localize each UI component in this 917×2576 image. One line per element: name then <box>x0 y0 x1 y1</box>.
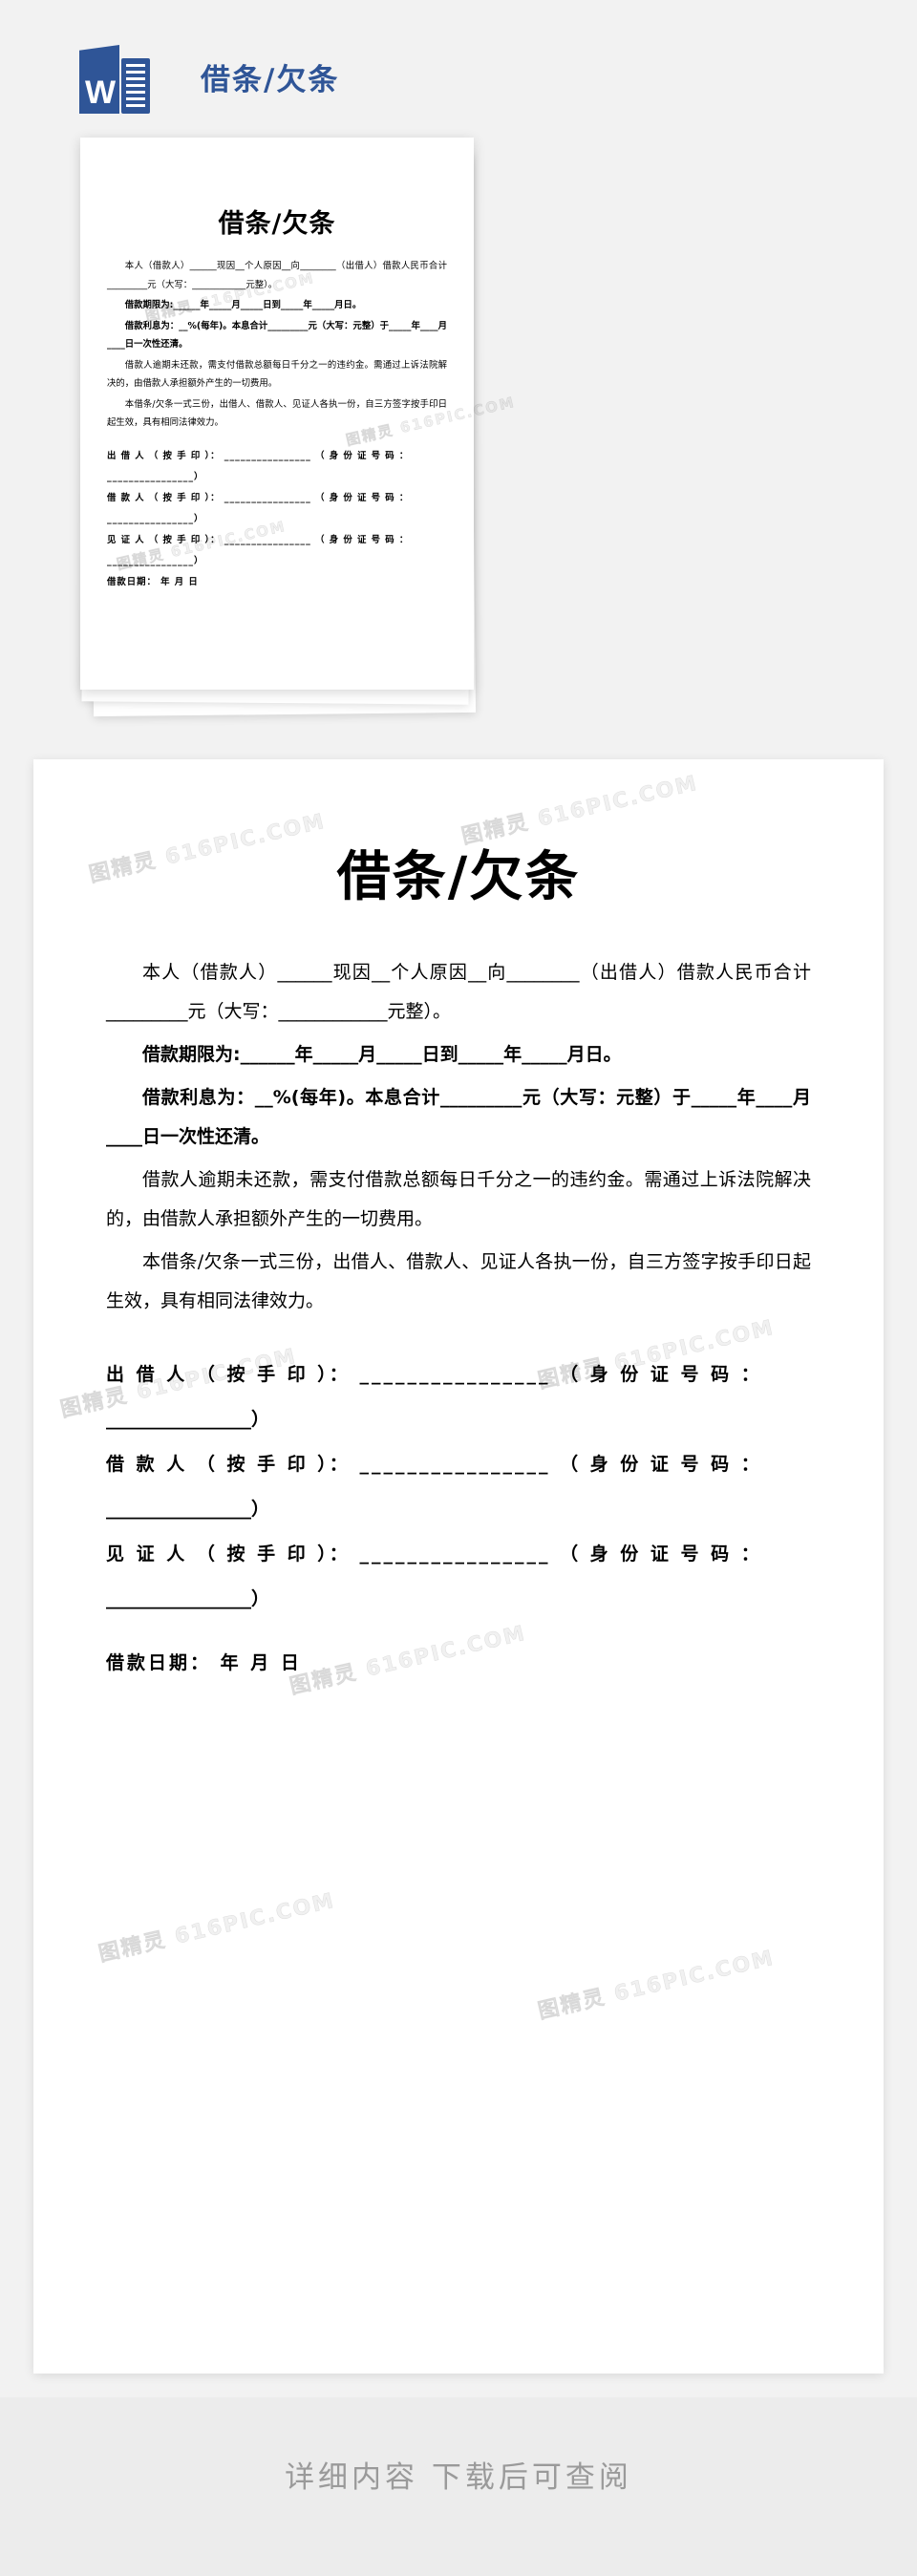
document-preview-page[interactable]: 借条/欠条 本人（借款人）______现因__个人原因__向________（出… <box>80 138 474 690</box>
paragraph-1: 本人（借款人）______现因__个人原因__向________（出借人）借款人… <box>106 962 811 1022</box>
preview-signature-block: 出 借 人 （ 按 手 印 ）： ________________ （ 身 份 … <box>107 446 447 592</box>
document-full-content: 借条/欠条 本人（借款人）______现因__个人原因__向________（出… <box>33 759 884 2374</box>
signature-block: 出 借 人 （ 按 手 印 ）： ________________ （ 身 份 … <box>106 1353 811 1685</box>
signature-borrower: 借 款 人 （ 按 手 印 ）： ________________ （ 身 份 … <box>106 1443 811 1486</box>
preview-signature-lender: 出 借 人 （ 按 手 印 ）： ________________ （ 身 份 … <box>107 450 410 461</box>
paragraph-4: 借款人逾期未还款，需支付借款总额每日千分之一的违约金。需通过上诉法院解决的，由借… <box>106 1169 811 1229</box>
document-preview-content: 借条/欠条 本人（借款人）______现因__个人原因__向________（出… <box>80 138 474 690</box>
signature-borrower-line[interactable]: ________________ <box>359 1454 550 1475</box>
signature-witness: 见 证 人 （ 按 手 印 ）： ________________ （ 身 份 … <box>106 1533 811 1576</box>
preview-date-line: 借款日期： 年 月 日 <box>107 576 199 587</box>
signature-witness-id-label: （ 身 份 证 号 码 ： <box>560 1543 762 1565</box>
loan-date-line: 借款日期： 年 月 日 <box>106 1652 302 1673</box>
document-full-page[interactable]: 借条/欠条 本人（借款人）______现因__个人原因__向________（出… <box>33 759 884 2374</box>
signature-witness-label: 见 证 人 （ 按 手 印 ）： <box>106 1543 351 1565</box>
preview-signature-witness: 见 证 人 （ 按 手 印 ）： ________________ （ 身 份 … <box>107 534 410 545</box>
preview-signature-borrower-id: ________________） <box>107 513 204 524</box>
preview-signature-witness-id: ________________） <box>107 555 204 566</box>
page-footer: 详细内容 下载后可查阅 <box>0 2397 917 2576</box>
signature-lender-label: 出 借 人 （ 按 手 印 ）： <box>106 1364 351 1385</box>
footer-text: 详细内容 下载后可查阅 <box>285 2460 632 2495</box>
preview-paragraph-5: 本借条/欠条一式三份，出借人、借款人、见证人各执一份，自三方签字按手印日起生效，… <box>107 398 447 429</box>
document-preview-stack: 借条/欠条 本人（借款人）______现因__个人原因__向________（出… <box>0 0 917 726</box>
doc-title: 借条/欠条 <box>336 846 581 908</box>
paragraph-5: 本借条/欠条一式三份，出借人、借款人、见证人各执一份，自三方签字按手印日起生效，… <box>106 1251 811 1311</box>
paragraph-2: 借款期限为:______年_____月_____日到_____年_____月日。 <box>142 1044 622 1065</box>
signature-lender: 出 借 人 （ 按 手 印 ）： ________________ （ 身 份 … <box>106 1353 811 1396</box>
preview-paragraph-1: 本人（借款人）______现因__个人原因__向________（出借人）借款人… <box>107 261 447 290</box>
signature-witness-id-line[interactable]: ________________） <box>106 1578 811 1621</box>
signature-borrower-id-line[interactable]: ________________） <box>106 1488 811 1531</box>
preview-paragraph-4: 借款人逾期未还款，需支付借款总额每日千分之一的违约金。需通过上诉法院解决的，由借… <box>107 359 447 390</box>
preview-signature-lender-id: ________________） <box>107 471 204 482</box>
signature-borrower-label: 借 款 人 （ 按 手 印 ）： <box>106 1454 351 1475</box>
preview-doc-body: 本人（借款人）______现因__个人原因__向________（出借人）借款人… <box>107 257 447 592</box>
signature-lender-id-label: （ 身 份 证 号 码 ： <box>560 1364 762 1385</box>
paragraph-3: 借款利息为：__%(每年)。本息合计_________元（大写：元整）于____… <box>106 1087 811 1147</box>
preview-doc-title: 借条/欠条 <box>218 209 336 239</box>
signature-lender-id-line[interactable]: ________________） <box>106 1398 811 1441</box>
signature-lender-line[interactable]: ________________ <box>359 1364 550 1385</box>
preview-paragraph-2: 借款期限为:______年_____月_____日到_____年_____月日。 <box>124 300 362 310</box>
doc-body: 本人（借款人）______现因__个人原因__向________（出借人）借款人… <box>106 953 811 1685</box>
preview-paragraph-3: 借款利息为：__%(每年)。本息合计_________元（大写：元整）于____… <box>107 320 447 351</box>
signature-borrower-id-label: （ 身 份 证 号 码 ： <box>560 1454 762 1475</box>
signature-witness-line[interactable]: ________________ <box>359 1543 550 1565</box>
preview-signature-borrower: 借 款 人 （ 按 手 印 ）： ________________ （ 身 份 … <box>107 492 410 503</box>
